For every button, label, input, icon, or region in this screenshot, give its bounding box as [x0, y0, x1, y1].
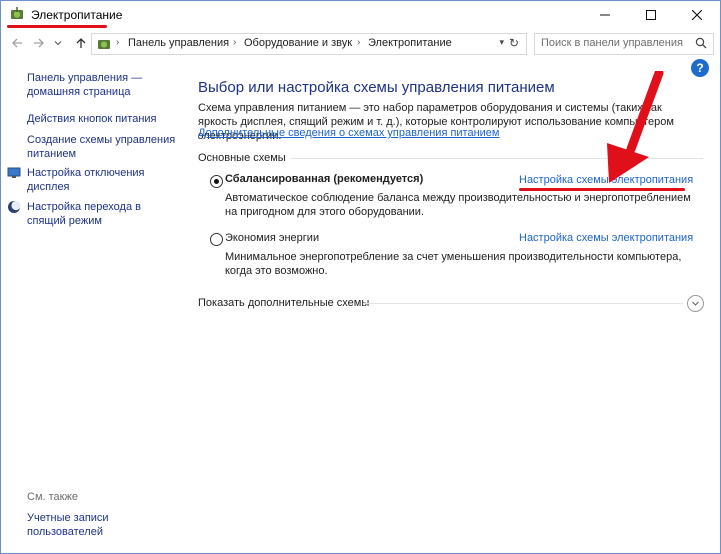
address-bar[interactable]: › Панель управления › Оборудование и зву… — [91, 33, 527, 55]
forward-button[interactable] — [31, 35, 47, 51]
search-icon[interactable] — [695, 37, 707, 49]
navigation-bar: › Панель управления › Оборудование и зву… — [1, 31, 720, 57]
search-input[interactable] — [535, 34, 691, 52]
power-options-icon — [11, 7, 23, 19]
minimize-button[interactable] — [582, 1, 628, 29]
plan-power-saver-description: Минимальное энергопотребление за счет ум… — [225, 251, 682, 277]
plan-power-saver-radio[interactable] — [210, 233, 223, 246]
maximize-button[interactable] — [628, 1, 674, 29]
sidebar-home-label[interactable]: Панель управления — домашняя страница — [27, 71, 177, 99]
close-icon — [692, 10, 702, 20]
plan-balanced-description: Автоматическое соблюдение баланса между … — [225, 192, 691, 218]
expand-more-plans-button[interactable] — [687, 295, 704, 312]
show-more-plans-label[interactable]: Показать дополнительные схемы — [198, 297, 369, 309]
page-title: Выбор или настройка схемы управления пит… — [198, 79, 555, 96]
control-panel-icon — [98, 40, 110, 49]
chevron-down-icon — [692, 301, 699, 306]
breadcrumb-power-options[interactable]: Электропитание — [368, 37, 452, 49]
see-also-heading: См. также — [27, 491, 78, 503]
title-bar: Электропитание — [1, 1, 720, 29]
plan-balanced-radio[interactable] — [210, 175, 223, 188]
breadcrumb-separator-icon: › — [116, 37, 120, 48]
arrow-left-icon — [12, 38, 22, 48]
search-box[interactable] — [534, 33, 714, 55]
plan-balanced-name[interactable]: Сбалансированная (рекомендуется) — [225, 173, 423, 185]
arrow-right-icon — [34, 38, 44, 48]
display-icon — [7, 167, 21, 178]
help-icon[interactable]: ? — [691, 59, 709, 77]
sidebar-item-display-off[interactable]: Настройка отключения дисплея — [27, 166, 177, 194]
annotation-arrow-icon — [607, 71, 664, 183]
plan-power-saver-name[interactable]: Экономия энергии — [225, 232, 319, 244]
section-label-main-plans: Основные схемы — [198, 152, 286, 164]
sidebar-item-power-buttons[interactable]: Действия кнопок питания — [27, 112, 177, 126]
sidebar-item-user-accounts[interactable]: Учетные записи пользователей — [27, 511, 177, 539]
plan-power-saver-settings-link[interactable]: Настройка схемы электропитания — [519, 232, 693, 244]
window-title: Электропитание — [31, 8, 123, 22]
sidebar-home-link[interactable]: Панель управления — домашняя страница — [27, 71, 177, 99]
learn-more-link[interactable]: Дополнительные сведения о схемах управле… — [198, 127, 500, 139]
breadcrumb-separator-icon[interactable]: › — [357, 37, 360, 48]
close-button[interactable] — [674, 1, 720, 29]
breadcrumb-control-panel[interactable]: Панель управления — [128, 37, 229, 49]
control-panel-window: Электропитание › Панель управления › Обо… — [0, 0, 721, 554]
address-history-icon[interactable]: ▾ — [499, 37, 504, 48]
maximize-icon — [646, 10, 656, 20]
breadcrumb-hardware-sound[interactable]: Оборудование и звук — [244, 37, 352, 49]
sidebar-item-label[interactable]: Действия кнопок питания — [27, 112, 177, 126]
section-divider — [363, 303, 683, 304]
recent-locations-button[interactable] — [53, 35, 63, 51]
minimize-icon — [600, 14, 610, 16]
back-button[interactable] — [9, 35, 25, 51]
sidebar-item-sleep[interactable]: Настройка перехода в спящий режим — [27, 200, 177, 228]
annotation-underline-title — [7, 25, 107, 28]
breadcrumb-separator-icon[interactable]: › — [233, 37, 236, 48]
sidebar-item-label[interactable]: Создание схемы управления питанием — [27, 133, 177, 161]
moon-icon — [8, 200, 21, 213]
chevron-down-icon — [54, 41, 62, 46]
sidebar-item-label[interactable]: Настройка отключения дисплея — [27, 166, 177, 194]
arrow-up-icon — [76, 38, 86, 48]
up-button[interactable] — [73, 35, 89, 51]
refresh-icon[interactable]: ↻ — [506, 35, 522, 51]
sidebar-item-label[interactable]: Учетные записи пользователей — [27, 511, 177, 539]
sidebar-item-label[interactable]: Настройка перехода в спящий режим — [27, 200, 177, 228]
sidebar-item-create-plan[interactable]: Создание схемы управления питанием — [27, 133, 177, 161]
